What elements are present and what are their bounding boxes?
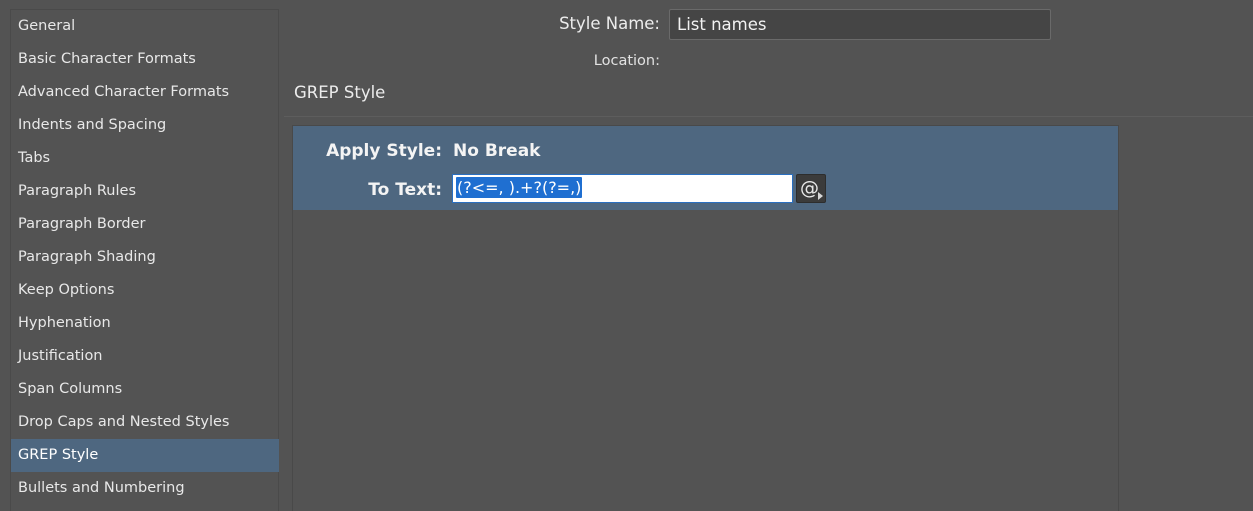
sidebar-item-bullets-and-numbering[interactable]: Bullets and Numbering (11, 472, 279, 505)
sidebar-item-paragraph-shading[interactable]: Paragraph Shading (11, 241, 279, 274)
location-label: Location: (593, 53, 660, 69)
to-text-input[interactable]: (?<=, ).+?(?=,) (452, 174, 793, 203)
grep-style-list: Apply Style: No Break To Text: (?<=, ).+… (292, 125, 1119, 511)
special-characters-button[interactable]: @ (796, 174, 826, 203)
sidebar-item-grep-style[interactable]: GREP Style (11, 439, 279, 472)
at-sign-icon: @ (800, 177, 819, 199)
style-name-field[interactable]: List names (669, 9, 1051, 40)
section-title: GREP Style (294, 83, 386, 102)
sidebar-item-drop-caps-and-nested-styles[interactable]: Drop Caps and Nested Styles (11, 406, 279, 439)
category-list: General Basic Character Formats Advanced… (10, 9, 279, 511)
sidebar-item-paragraph-border[interactable]: Paragraph Border (11, 208, 279, 241)
sidebar-item-span-columns[interactable]: Span Columns (11, 373, 279, 406)
apply-style-label: Apply Style: (326, 141, 442, 161)
to-text-label: To Text: (368, 180, 442, 200)
sidebar-item-general[interactable]: General (11, 10, 279, 43)
menu-triangle-icon (818, 192, 823, 200)
sidebar-item-indents-and-spacing[interactable]: Indents and Spacing (11, 109, 279, 142)
apply-style-value[interactable]: No Break (453, 141, 540, 161)
grep-style-row[interactable]: Apply Style: No Break To Text: (?<=, ).+… (293, 126, 1118, 210)
sidebar-item-basic-character-formats[interactable]: Basic Character Formats (11, 43, 279, 76)
sidebar-item-justification[interactable]: Justification (11, 340, 279, 373)
section-divider (284, 116, 1253, 117)
sidebar-item-advanced-character-formats[interactable]: Advanced Character Formats (11, 76, 279, 109)
style-name-label: Style Name: (559, 14, 660, 33)
to-text-selected-value: (?<=, ).+?(?=,) (456, 177, 583, 198)
sidebar-item-tabs[interactable]: Tabs (11, 142, 279, 175)
sidebar-item-hyphenation[interactable]: Hyphenation (11, 307, 279, 340)
sidebar-item-keep-options[interactable]: Keep Options (11, 274, 279, 307)
sidebar-item-paragraph-rules[interactable]: Paragraph Rules (11, 175, 279, 208)
